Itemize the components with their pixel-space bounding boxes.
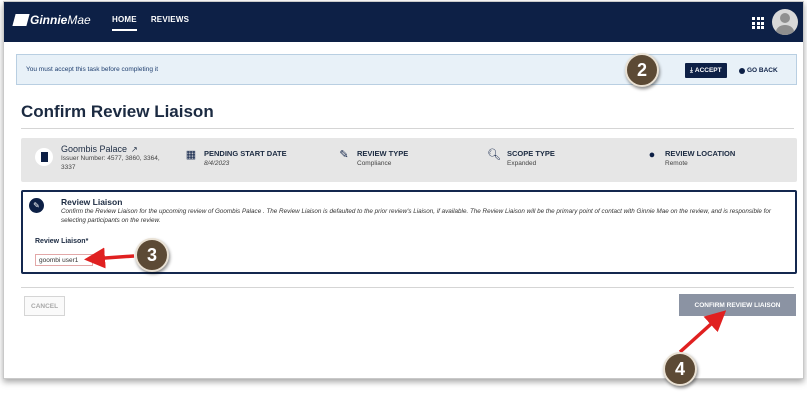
callout-3: 3: [135, 238, 169, 272]
callout-2: 2: [625, 53, 659, 87]
callout-4: 4: [663, 352, 697, 386]
annotation-arrows: [84, 247, 727, 354]
arrow-to-confirm: [678, 310, 727, 354]
arrow-to-input: [84, 247, 135, 269]
